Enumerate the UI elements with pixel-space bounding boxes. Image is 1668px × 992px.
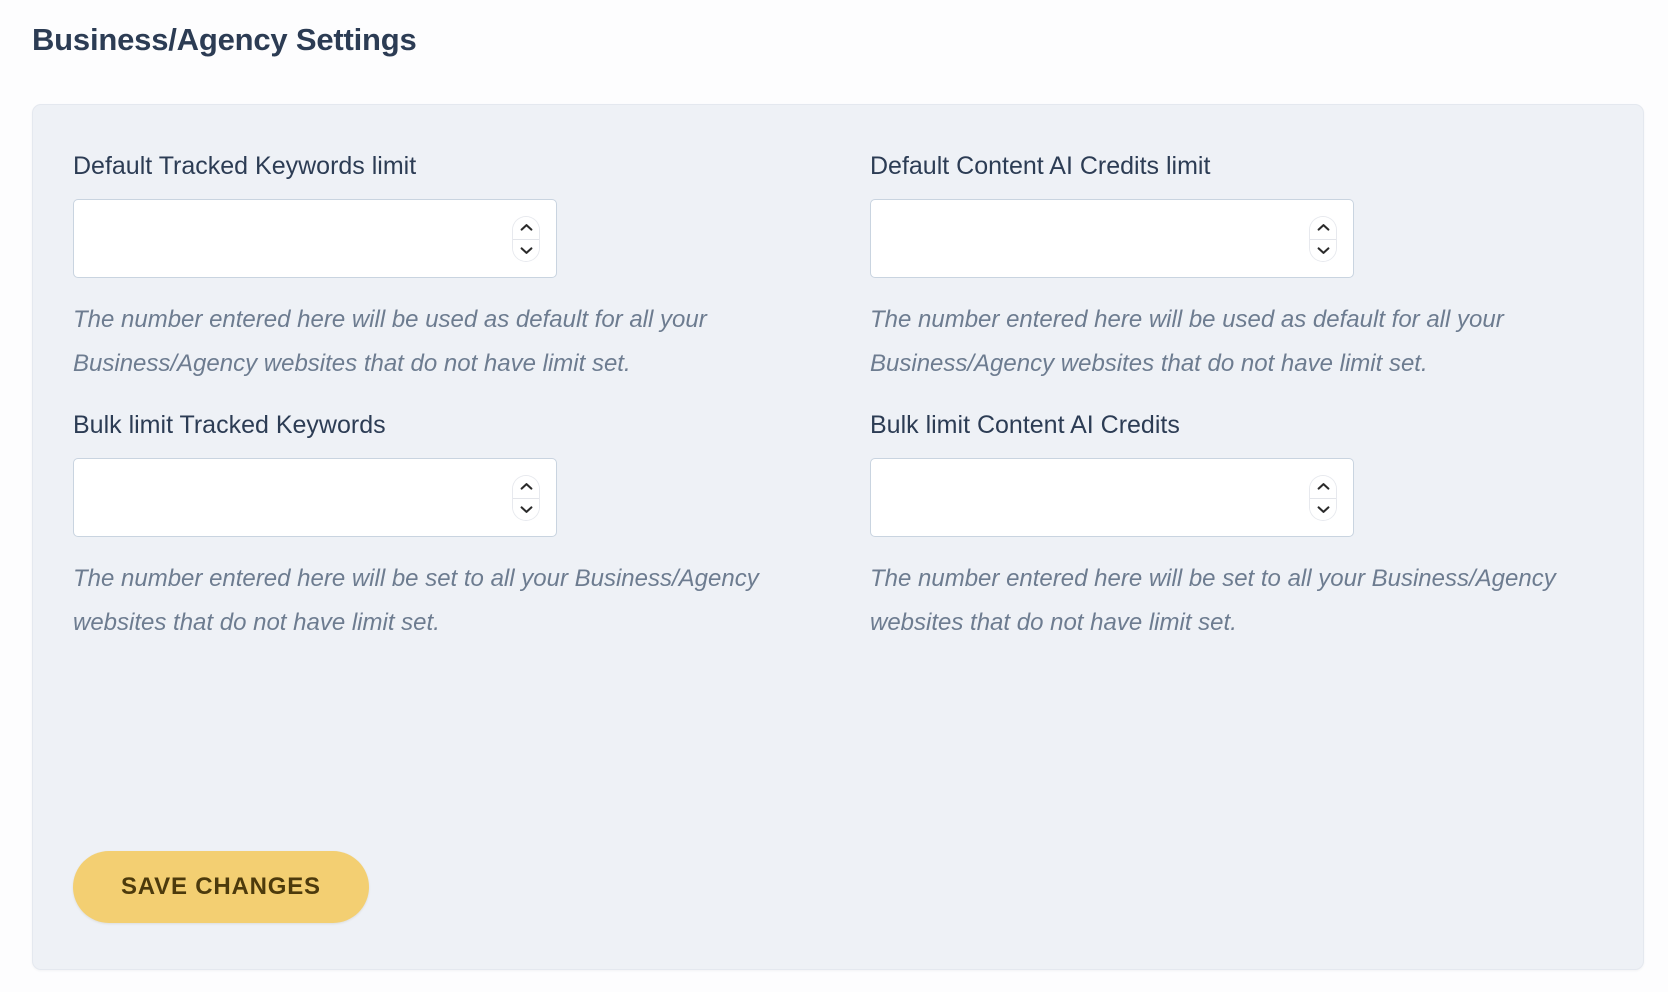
number-input-wrapper (73, 458, 557, 537)
number-spinner[interactable] (1310, 475, 1336, 520)
number-spinner[interactable] (513, 216, 539, 261)
bulk-limit-content-ai-credits-input[interactable] (870, 458, 1354, 537)
field-label: Bulk limit Tracked Keywords (73, 411, 386, 439)
settings-page: Business/Agency Settings Default Tracked… (0, 0, 1668, 992)
field-label: Default Tracked Keywords limit (73, 152, 417, 180)
chevron-down-icon (1317, 246, 1330, 255)
save-row: SAVE CHANGES (73, 851, 369, 923)
settings-field-grid: Default Tracked Keywords limit The numbe… (73, 149, 1603, 645)
field-bulk-limit-tracked-keywords: Bulk limit Tracked Keywords The number e… (73, 386, 870, 645)
field-label: Default Content AI Credits limit (870, 152, 1211, 180)
save-changes-button[interactable]: SAVE CHANGES (73, 851, 369, 923)
page-title: Business/Agency Settings (32, 22, 417, 57)
chevron-down-icon (520, 505, 533, 514)
chevron-up-icon (520, 223, 533, 232)
chevron-down-icon (520, 246, 533, 255)
number-spinner[interactable] (1310, 216, 1336, 261)
field-helper-text: The number entered here will be set to a… (870, 565, 1556, 636)
number-input-wrapper (870, 458, 1354, 537)
settings-card-body: Default Tracked Keywords limit The numbe… (33, 105, 1643, 969)
spinner-increment-button[interactable] (513, 475, 539, 498)
field-helper-text: The number entered here will be used as … (73, 306, 707, 377)
spinner-increment-button[interactable] (1310, 216, 1336, 239)
number-spinner[interactable] (513, 475, 539, 520)
number-input-wrapper (870, 199, 1354, 278)
field-bulk-limit-content-ai-credits: Bulk limit Content AI Credits The number… (870, 386, 1667, 645)
chevron-down-icon (1317, 505, 1330, 514)
field-label: Bulk limit Content AI Credits (870, 411, 1180, 439)
chevron-up-icon (520, 482, 533, 491)
bulk-limit-tracked-keywords-input[interactable] (73, 458, 557, 537)
settings-card: Default Tracked Keywords limit The numbe… (32, 104, 1644, 970)
spinner-increment-button[interactable] (513, 216, 539, 239)
chevron-up-icon (1317, 223, 1330, 232)
field-default-content-ai-credits-limit: Default Content AI Credits limit The num… (870, 149, 1667, 386)
number-input-wrapper (73, 199, 557, 278)
field-default-tracked-keywords-limit: Default Tracked Keywords limit The numbe… (73, 149, 870, 386)
default-content-ai-credits-limit-input[interactable] (870, 199, 1354, 278)
field-helper-text: The number entered here will be used as … (870, 306, 1504, 377)
field-helper-text: The number entered here will be set to a… (73, 565, 759, 636)
spinner-increment-button[interactable] (1310, 475, 1336, 498)
chevron-up-icon (1317, 482, 1330, 491)
default-tracked-keywords-limit-input[interactable] (73, 199, 557, 278)
